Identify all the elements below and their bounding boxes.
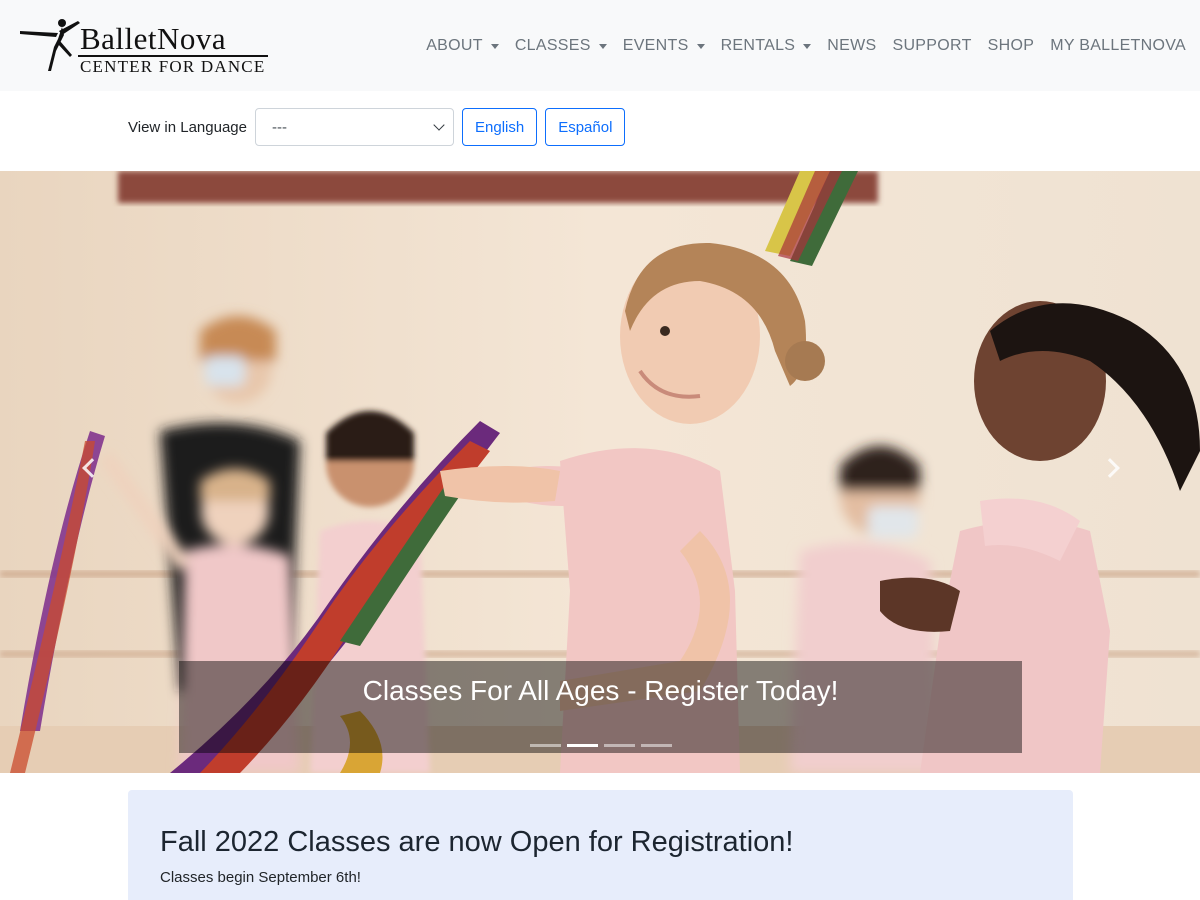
main-nav: ABOUT CLASSES EVENTS RENTALS NEWS SUPPOR… <box>426 36 1186 56</box>
language-select-value: --- <box>272 118 287 136</box>
nav-news-label: NEWS <box>827 37 877 54</box>
language-bar: View in Language --- English Español <box>128 108 633 146</box>
registration-alert: Fall 2022 Classes are now Open for Regis… <box>128 790 1073 900</box>
caret-down-icon <box>490 43 499 49</box>
espanol-button[interactable]: Español <box>545 108 626 146</box>
nav-about-label: ABOUT <box>426 37 483 54</box>
carousel-indicator-1[interactable] <box>530 744 561 747</box>
alert-subtitle: Classes begin September 6th! <box>160 869 361 886</box>
nav-rentals[interactable]: RENTALS <box>721 36 812 56</box>
nav-news[interactable]: NEWS <box>827 36 876 56</box>
brand-title: BalletNova <box>80 21 227 56</box>
brand-subtitle: CENTER FOR DANCE <box>80 57 266 76</box>
chevron-down-icon <box>433 119 445 131</box>
nav-events-label: EVENTS <box>622 37 689 54</box>
nav-my-balletnova[interactable]: MY BALLETNOVA <box>1050 36 1186 56</box>
caret-down-icon <box>696 43 705 49</box>
navbar: BalletNova CENTER FOR DANCE ABOUT CLASSE… <box>0 0 1200 91</box>
nav-my-balletnova-label: MY BALLETNOVA <box>1050 37 1186 54</box>
caret-down-icon <box>803 43 812 49</box>
carousel-indicator-2[interactable] <box>567 744 598 747</box>
hero-carousel[interactable]: Classes For All Ages - Register Today! <box>0 171 1200 773</box>
carousel-indicator-4[interactable] <box>641 744 672 747</box>
caret-down-icon <box>598 43 607 49</box>
nav-classes[interactable]: CLASSES <box>515 36 607 56</box>
nav-events[interactable]: EVENTS <box>623 36 705 56</box>
nav-rentals-label: RENTALS <box>720 37 796 54</box>
language-select[interactable]: --- <box>255 108 454 146</box>
brand-logo[interactable]: BalletNova CENTER FOR DANCE <box>18 17 270 77</box>
nav-support[interactable]: SUPPORT <box>892 36 971 56</box>
carousel-indicator-3[interactable] <box>604 744 635 747</box>
alert-title: Fall 2022 Classes are now Open for Regis… <box>160 826 794 858</box>
nav-shop-label: SHOP <box>987 37 1035 54</box>
nav-about[interactable]: ABOUT <box>426 36 499 56</box>
nav-support-label: SUPPORT <box>892 37 972 54</box>
carousel-caption: Classes For All Ages - Register Today! <box>179 661 1022 753</box>
nav-shop[interactable]: SHOP <box>988 36 1035 56</box>
carousel-indicators <box>530 744 672 747</box>
nav-classes-label: CLASSES <box>514 37 591 54</box>
carousel-caption-text: Classes For All Ages - Register Today! <box>362 675 839 706</box>
english-button[interactable]: English <box>462 108 538 146</box>
language-label: View in Language <box>128 118 247 136</box>
